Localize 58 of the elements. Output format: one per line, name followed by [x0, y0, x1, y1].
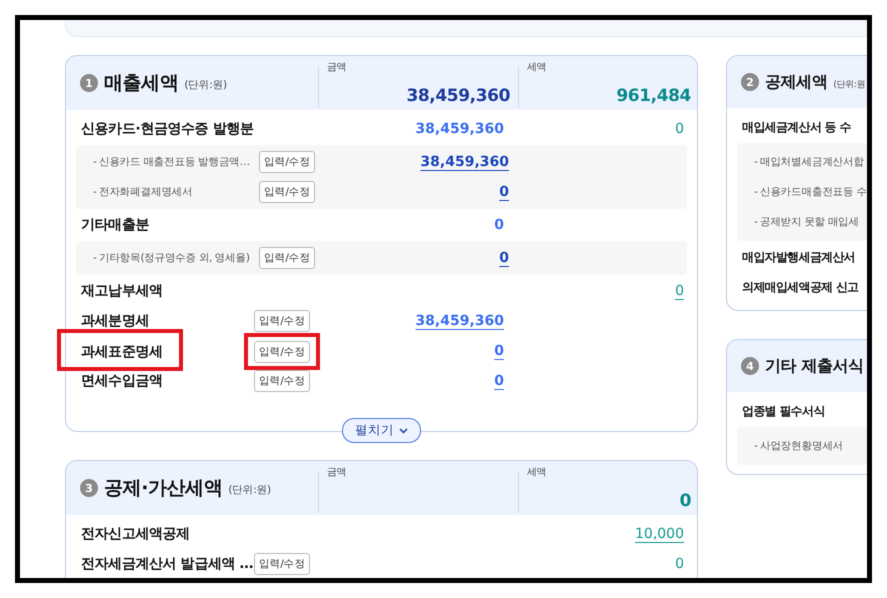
row-label: 과세분명세	[81, 312, 150, 330]
detail-label: - 신용카드매출전표등 수	[753, 185, 867, 200]
edit-button[interactable]: 입력/수정	[259, 247, 316, 269]
tax-total: 0	[680, 491, 691, 513]
column-label: 세액	[527, 466, 546, 479]
detail-label: - 매입처별세금계산서합	[753, 155, 864, 170]
column-label: 금액	[327, 466, 346, 479]
unit-label: (단위:원)	[184, 78, 227, 92]
amount-link[interactable]: 0	[494, 373, 504, 389]
edit-button[interactable]: 입력/수정	[254, 310, 310, 332]
expand-button[interactable]: 펼치기	[342, 418, 421, 443]
row-label: 매입자발행세금계산서	[742, 248, 856, 266]
tax-total: 961,484	[616, 86, 691, 108]
amount-link[interactable]: 38,459,360	[420, 154, 509, 170]
edit-button[interactable]: 입력/수정	[254, 340, 310, 362]
detail-label: - 공제받지 못할 매입세	[753, 215, 860, 230]
row-label: 업종별 필수서식	[742, 402, 825, 420]
edit-button[interactable]: 입력/수정	[254, 553, 310, 575]
row-label: 기타매출분	[81, 216, 150, 234]
row-label: 신용카드·현금영수증 발행분	[81, 120, 254, 138]
amount-link[interactable]: 0	[499, 250, 509, 266]
row-label: 재고납부세액	[81, 282, 163, 300]
column-label: 세액	[527, 61, 546, 74]
amount-link[interactable]: 0	[675, 283, 684, 299]
detail-label: - 전자화폐결제명세서	[92, 185, 193, 199]
step-number-badge: 4	[741, 357, 759, 375]
section-title: 기타 제출서식	[765, 356, 864, 376]
amount-value: 0	[675, 556, 684, 572]
detail-label: - 기타항목(정규영수증 외, 영세율)	[92, 251, 250, 265]
chevron-down-icon	[399, 428, 408, 434]
section-title: 공제·가산세액	[104, 476, 222, 501]
amount-value: 0	[675, 121, 684, 137]
amount-value: 0	[494, 217, 504, 233]
amount-link[interactable]: 0	[494, 343, 504, 359]
edit-button[interactable]: 입력/수정	[254, 370, 310, 392]
row-label: 과세표준명세	[81, 344, 163, 360]
section-title: 공제세액	[765, 72, 828, 92]
amount-value: 38,459,360	[415, 121, 504, 137]
row-label: 면세수입금액	[81, 372, 163, 390]
unit-label: (단위:원)	[228, 483, 271, 497]
edit-button[interactable]: 입력/수정	[259, 151, 316, 173]
detail-label: - 신용카드 매출전표등 발행금액…	[92, 155, 250, 169]
row-label: 전자세금계산서 발급세액 …	[81, 555, 254, 573]
unit-label: (단위:원	[833, 78, 865, 90]
amount-link[interactable]: 10,000	[635, 526, 684, 542]
amount-link[interactable]: 0	[499, 184, 509, 200]
column-label: 금액	[327, 61, 346, 74]
row-label: 매입세금계산서 등 수	[742, 118, 851, 136]
detail-label: - 사업장현황명세서	[753, 439, 844, 454]
row-label: 의제매입세액공제 신고	[742, 278, 858, 296]
edit-button[interactable]: 입력/수정	[259, 181, 316, 203]
row-label: 전자신고세액공제	[81, 525, 190, 543]
step-number-badge: 1	[80, 74, 98, 92]
step-number-badge: 3	[80, 479, 98, 497]
step-number-badge: 2	[741, 73, 759, 91]
amount-total: 38,459,360	[406, 86, 510, 108]
section-title: 매출세액	[104, 71, 178, 96]
amount-link[interactable]: 38,459,360	[415, 313, 504, 329]
